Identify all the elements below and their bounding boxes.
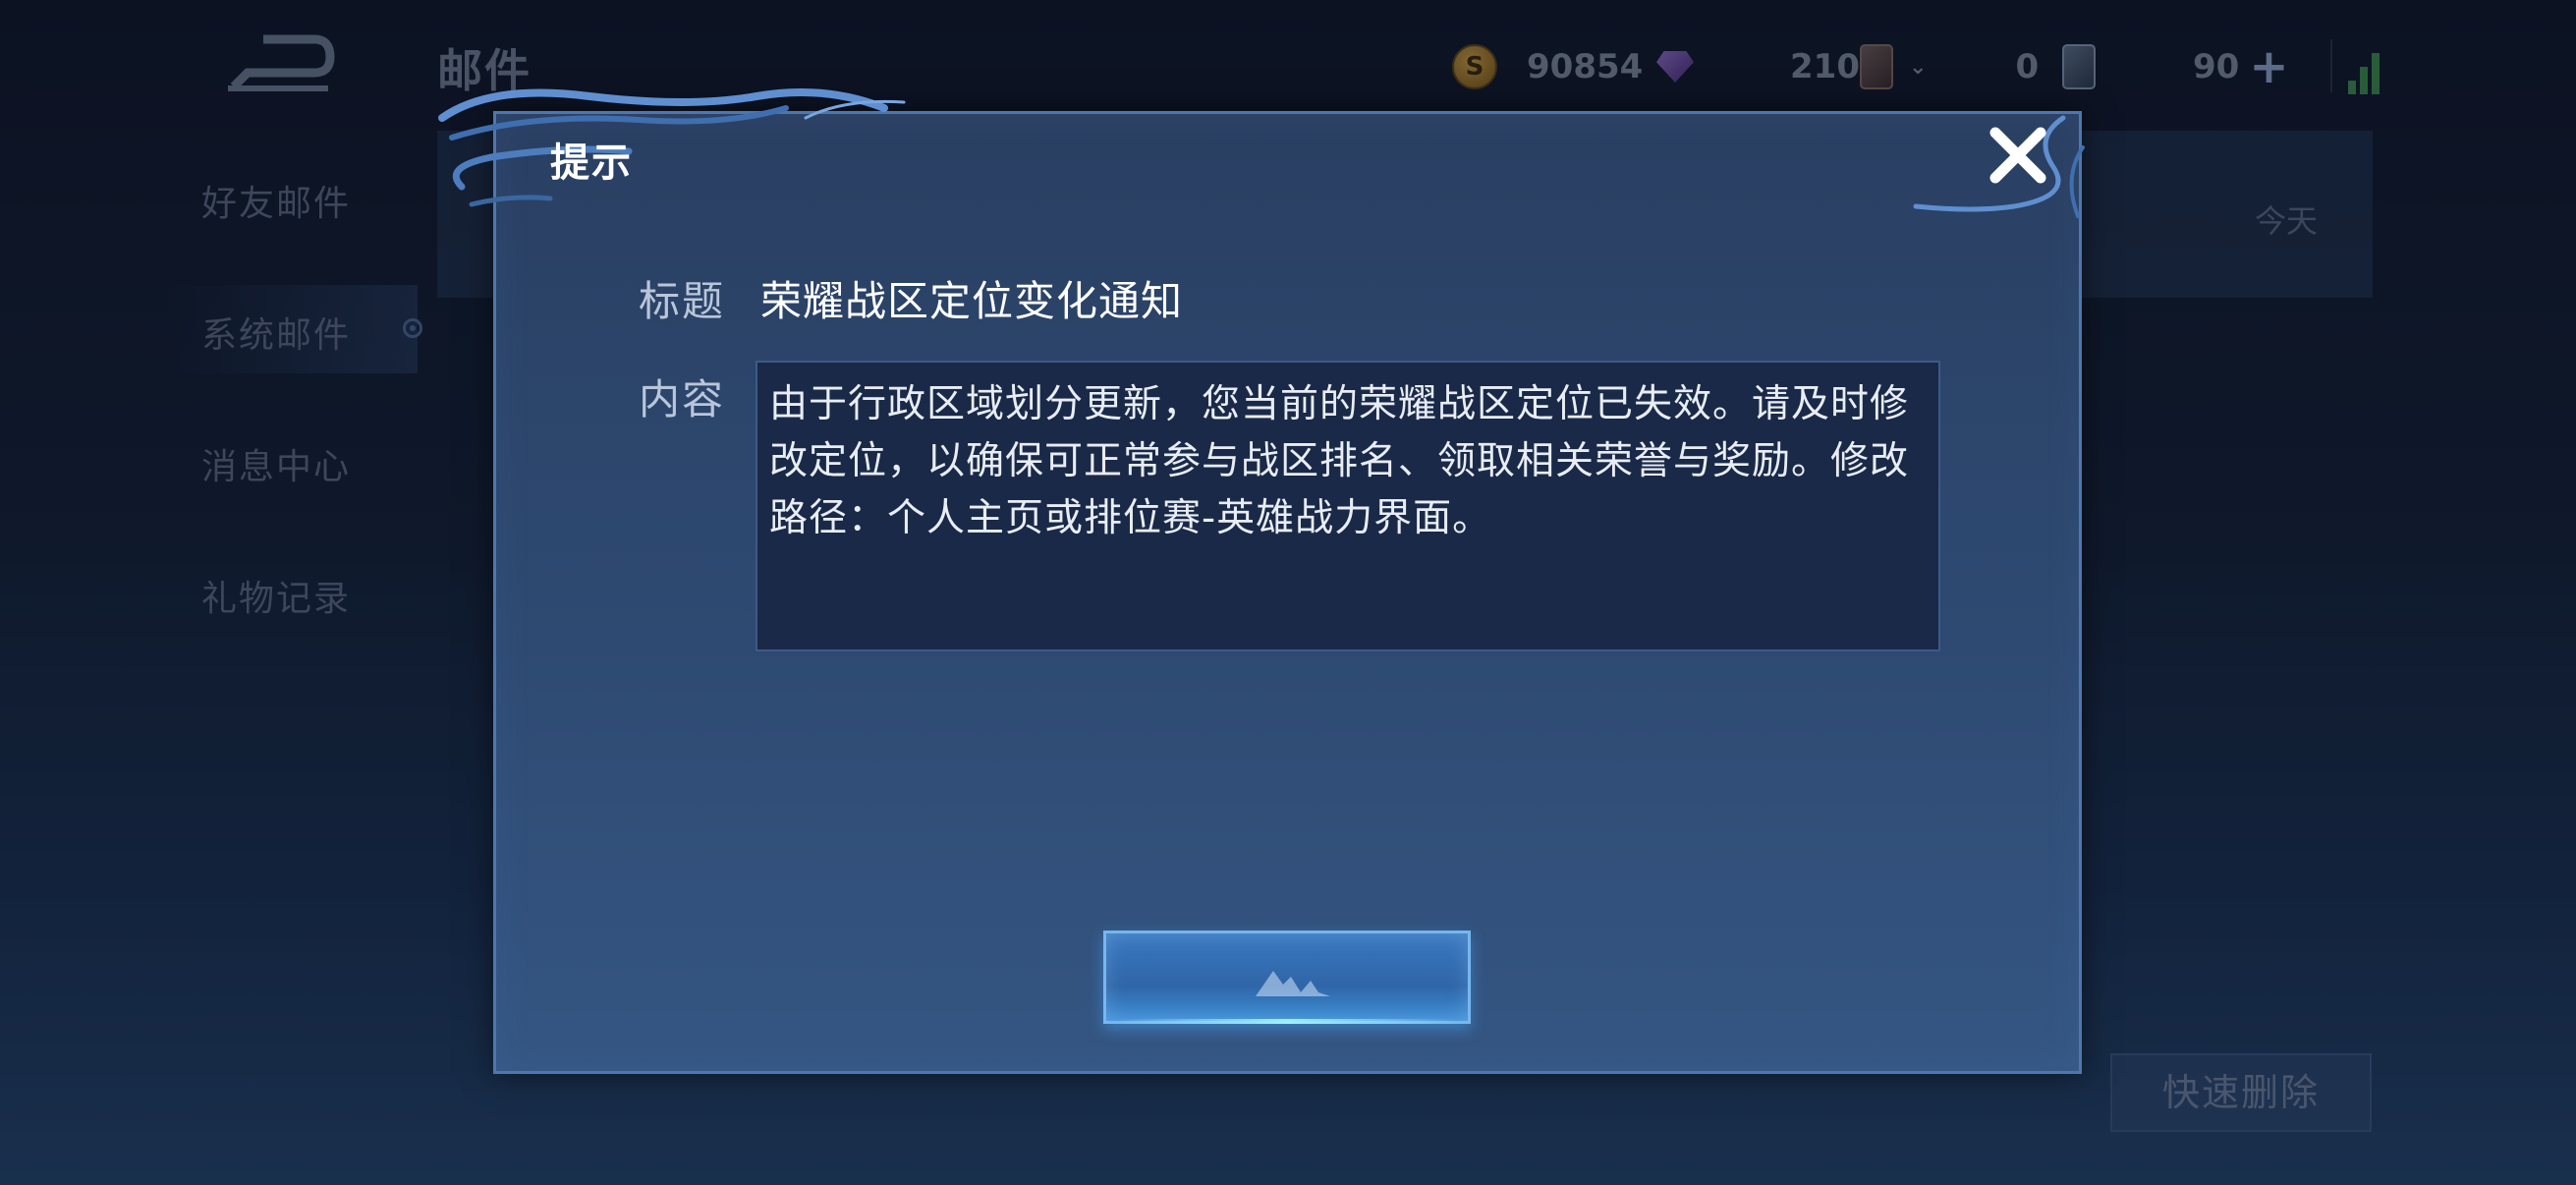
dialog-ornament [438, 88, 906, 207]
confirm-button[interactable] [1103, 931, 1471, 1024]
content-textarea[interactable]: 由于行政区域划分更新，您当前的荣耀战区定位已失效。请及时修改定位，以确保可正常参… [756, 361, 1940, 651]
button-emblem-icon [1256, 971, 1330, 996]
dialog-title: 提示 [550, 141, 633, 186]
button-glow [1116, 1019, 1458, 1024]
close-button[interactable] [1985, 122, 2051, 189]
subject-label: 标题 [639, 277, 726, 325]
close-icon [1989, 127, 2046, 184]
content-label: 内容 [639, 375, 726, 423]
subject-value: 荣耀战区定位变化通知 [760, 277, 1184, 325]
